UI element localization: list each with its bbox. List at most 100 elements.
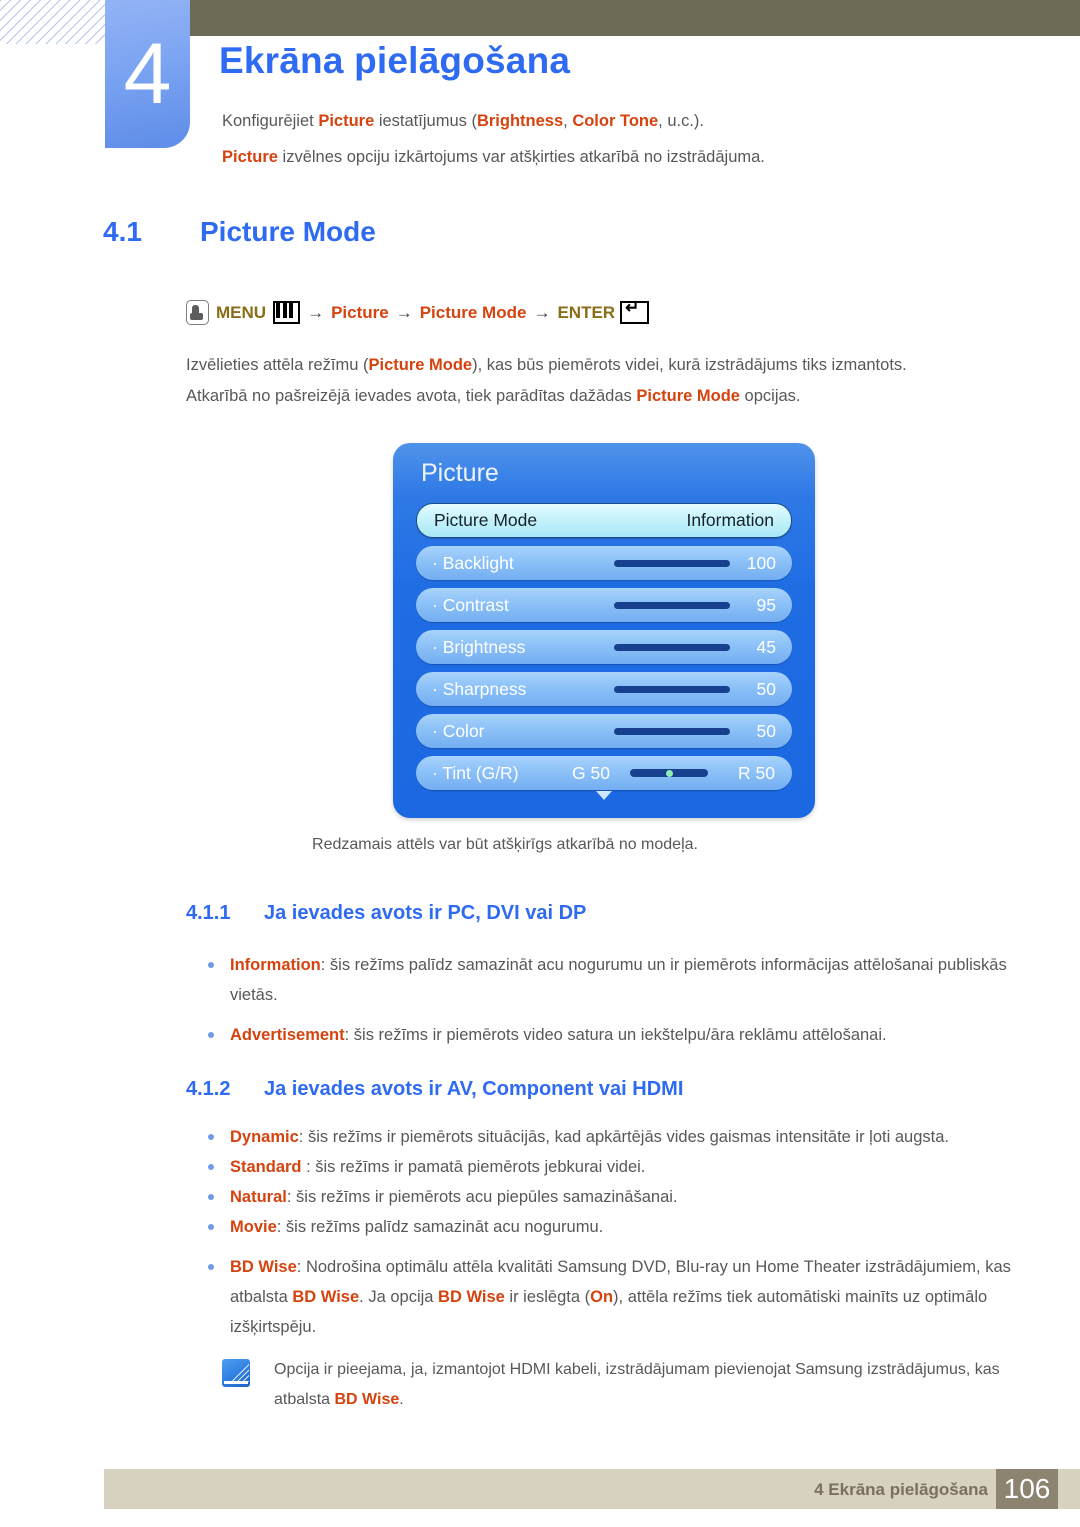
osd-slider-contrast[interactable] [614, 601, 730, 609]
osd-row-tint[interactable]: · Tint (G/R) G 50 R 50 [416, 756, 792, 790]
section-heading: 4.1 Picture Mode [103, 216, 376, 248]
paragraph-line-2: Atkarībā no pašreizējā ievades avota, ti… [186, 381, 1016, 412]
subsection-2-bullets: Dynamic: šis režīms ir piemērots situāci… [186, 1122, 1016, 1352]
keyword-brightness: Brightness [476, 112, 564, 130]
bullet-keyword: Dynamic [230, 1128, 299, 1146]
note-block: Opcija ir pieejama, ja, izmantojot HDMI … [222, 1355, 1012, 1415]
osd-value-backlight: 100 [746, 552, 776, 573]
bullet-keyword: BD Wise [230, 1258, 297, 1276]
bullet-keyword: Natural [230, 1188, 287, 1206]
p2-text-a: Atkarībā no pašreizējā ievades avota, ti… [186, 387, 637, 405]
list-item: Standard : šis režīms ir pamatā piemērot… [186, 1152, 1016, 1182]
osd-slider-color[interactable] [614, 727, 730, 735]
list-item: Advertisement: šis režīms ir piemērots v… [186, 1020, 1016, 1050]
osd-value-sharpness: 50 [756, 678, 776, 699]
menu-bars-icon [273, 301, 301, 324]
bullet-text: : šis režīms ir pamatā piemērots jebkura… [301, 1158, 646, 1176]
enter-key-icon [620, 298, 650, 324]
bullet-keyword: Movie [230, 1218, 277, 1236]
list-item-bdwise: BD Wise: Nodrošina optimālu attēla kvali… [186, 1252, 1016, 1342]
subsection-1-bullets: Information: šis režīms palīdz samazināt… [186, 950, 1016, 1060]
osd-label-contrast: · Contrast [432, 594, 509, 615]
paragraph-line-1: Izvēlieties attēla režīmu (Picture Mode)… [186, 350, 1016, 381]
osd-slider-tint[interactable] [630, 769, 708, 777]
chapter-title: Ekrāna pielāgošana [219, 40, 571, 81]
bullet-text: : šis režīms palīdz samazināt acu noguru… [230, 956, 1007, 1004]
osd-row-picture-mode[interactable]: Picture Mode Information [416, 503, 792, 538]
list-item: Natural: šis režīms ir piemērots acu pie… [186, 1182, 1016, 1212]
path-arrow-2: → [395, 302, 413, 322]
osd-row-backlight[interactable]: · Backlight 100 [416, 546, 792, 580]
osd-label-backlight: · Backlight [432, 552, 514, 573]
chapter-intro: Konfigurējiet Picture iestatījumus (Brig… [222, 103, 1012, 175]
bdwise-keyword-2: BD Wise [292, 1288, 360, 1306]
chapter-number-badge: 4 [105, 0, 190, 148]
osd-title: Picture [421, 459, 499, 487]
osd-label-tint: · Tint (G/R) [432, 762, 519, 783]
bullet-text: : šis režīms ir piemērots video satura u… [344, 1026, 887, 1044]
osd-row-contrast[interactable]: · Contrast 95 [416, 588, 792, 622]
subsection-1-number: 4.1.1 [186, 902, 231, 924]
subsection-2-title: Ja ievades avots ir AV, Component vai HD… [264, 1078, 684, 1100]
osd-slider-brightness[interactable] [614, 643, 730, 651]
subsection-2-heading: 4.1.2 Ja ievades avots ir AV, Component v… [186, 1078, 683, 1101]
section-number: 4.1 [103, 216, 142, 247]
subsection-1-heading: 4.1.1 Ja ievades avots ir PC, DVI vai DP [186, 902, 586, 925]
subsection-1-title: Ja ievades avots ir PC, DVI vai DP [264, 902, 587, 924]
osd-label-color: · Color [432, 720, 485, 741]
bullet-keyword: Standard [230, 1158, 302, 1176]
p2-text-b: opcijas. [739, 387, 801, 405]
bullet-keyword: Information [230, 956, 321, 974]
osd-picture-menu: Picture Picture Mode Information · Backl… [393, 443, 815, 818]
slider-knob [665, 769, 673, 777]
osd-row-brightness[interactable]: · Brightness 45 [416, 630, 792, 664]
osd-value-color: 50 [756, 720, 776, 741]
osd-tint-red-value: R 50 [738, 762, 775, 783]
bullet-text: : šis režīms ir piemērots acu piepūles s… [286, 1188, 678, 1206]
intro-text-2: iestatījumus ( [374, 112, 477, 130]
list-item: Information: šis režīms palīdz samazināt… [186, 950, 1016, 1010]
header-olive-band [190, 0, 1080, 36]
intro-sep: , [563, 112, 573, 130]
footer-page-number: 106 [996, 1469, 1058, 1509]
osd-label-brightness: · Brightness [432, 636, 526, 657]
bdwise-keyword-3: BD Wise [438, 1288, 505, 1306]
osd-value-contrast: 95 [756, 594, 776, 615]
intro-line-2: Picture izvēlnes opciju izkārtojums var … [222, 139, 1012, 175]
path-item-picture: Picture [331, 302, 389, 322]
note-keyword: BD Wise [334, 1391, 400, 1408]
osd-row-color[interactable]: · Color 50 [416, 714, 792, 748]
decorative-hatch-pattern [0, 0, 106, 44]
osd-label-picture-mode: Picture Mode [434, 510, 538, 530]
osd-value-brightness: 45 [756, 636, 776, 657]
intro-text-1: Konfigurējiet [222, 112, 319, 130]
menu-label: MENU [216, 302, 267, 322]
osd-slider-backlight[interactable] [614, 559, 730, 567]
osd-tint-green-value: G 50 [572, 762, 610, 783]
osd-row-sharpness[interactable]: · Sharpness 50 [416, 672, 792, 706]
keyword-picture: Picture [318, 112, 375, 130]
note-pencil-icon [222, 1359, 250, 1387]
intro-text-4: izvēlnes opciju izkārtojums var atšķirti… [277, 148, 765, 166]
bullet-text: : šis režīms ir piemērots situācijās, ka… [298, 1128, 949, 1146]
osd-row-list: Picture Mode Information · Backlight 100… [416, 503, 792, 798]
osd-caption: Redzamais attēls var būt atšķirīgs atkar… [312, 836, 698, 853]
osd-value-picture-mode: Information [686, 510, 774, 530]
p2-keyword: Picture Mode [636, 387, 740, 405]
footer-chapter-label: 4 Ekrāna pielāgošana [814, 1480, 988, 1499]
intro-text-3: , u.c.). [658, 112, 705, 130]
keyword-color-tone: Color Tone [572, 112, 659, 130]
keyword-picture-2: Picture [222, 148, 278, 166]
section-paragraph: Izvēlieties attēla režīmu (Picture Mode)… [186, 350, 1016, 412]
hand-press-icon [186, 300, 209, 325]
bdwise-text-2: . Ja opcija [359, 1288, 439, 1306]
path-arrow-1: → [307, 302, 325, 322]
note-text-b: . [399, 1391, 404, 1408]
bullet-text: : šis režīms palīdz samazināt acu noguru… [276, 1218, 604, 1236]
enter-label: ENTER [557, 302, 616, 322]
osd-slider-sharpness[interactable] [614, 685, 730, 693]
down-caret-icon[interactable] [596, 791, 612, 800]
bdwise-text-3: ir ieslēgta ( [504, 1288, 591, 1306]
p1-keyword: Picture Mode [368, 356, 473, 374]
path-arrow-3: → [533, 302, 551, 322]
